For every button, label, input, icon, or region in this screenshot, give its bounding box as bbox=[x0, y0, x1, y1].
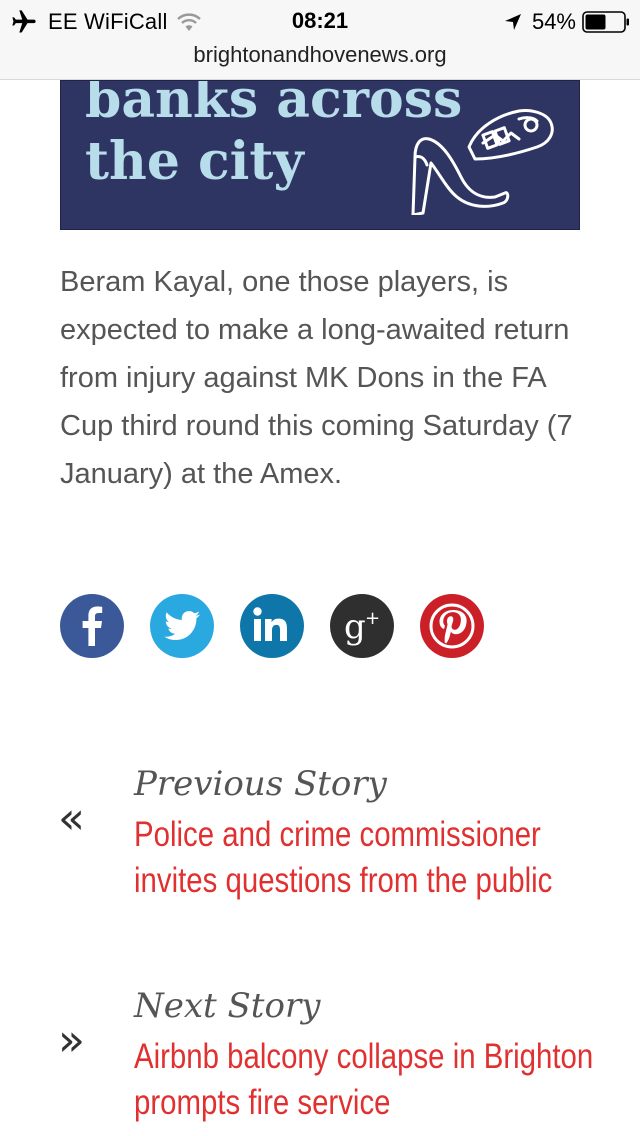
status-bar: EE WiFiCall 08:21 54% brightonandhovenew… bbox=[0, 0, 640, 80]
google-plus-share-button[interactable]: g + bbox=[330, 594, 394, 658]
previous-arrow-icon: « bbox=[58, 793, 85, 844]
article-paragraph: Beram Kayal, one those players, is expec… bbox=[60, 266, 573, 490]
linkedin-icon bbox=[253, 607, 287, 641]
next-story-label: Next Story bbox=[134, 986, 321, 1026]
next-story-link[interactable]: Airbnb balcony collapse in Brighton prom… bbox=[134, 1034, 604, 1126]
previous-story-label: Previous Story bbox=[134, 764, 387, 804]
pinterest-icon bbox=[429, 603, 475, 649]
status-right: 54% bbox=[504, 6, 630, 38]
svg-text:+: + bbox=[365, 608, 380, 629]
google-plus-icon: g + bbox=[344, 607, 380, 647]
battery-percentage: 54% bbox=[531, 9, 576, 34]
high-heel-and-trainer-icon bbox=[411, 109, 554, 215]
battery-icon bbox=[582, 11, 629, 33]
twitter-share-button[interactable] bbox=[150, 594, 214, 658]
share-buttons: g + bbox=[60, 594, 510, 658]
next-arrow-icon: » bbox=[58, 1015, 85, 1066]
address-bar-url[interactable]: brightonandhovenews.org bbox=[0, 40, 640, 70]
pinterest-share-button[interactable] bbox=[420, 594, 484, 658]
previous-story[interactable]: « Previous Story Police and crime commis… bbox=[0, 756, 640, 956]
next-story[interactable]: » Next Story Airbnb balcony collapse in … bbox=[0, 978, 640, 1136]
banner-ad[interactable]: banks across the city bbox=[60, 80, 580, 230]
linkedin-share-button[interactable] bbox=[240, 594, 304, 658]
location-arrow-icon bbox=[504, 14, 521, 30]
facebook-icon bbox=[82, 606, 103, 646]
previous-story-link[interactable]: Police and crime commissioner invites qu… bbox=[134, 812, 604, 904]
svg-text:g: g bbox=[344, 607, 366, 647]
facebook-share-button[interactable] bbox=[60, 594, 124, 658]
battery-fill bbox=[585, 14, 606, 30]
twitter-icon bbox=[164, 611, 200, 640]
